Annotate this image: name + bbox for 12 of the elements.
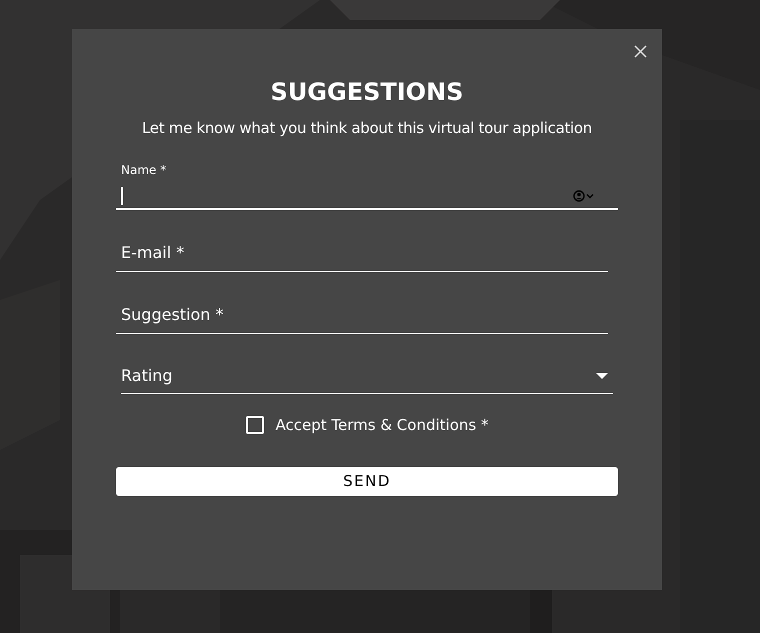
close-icon	[634, 44, 646, 58]
send-button[interactable]: SEND	[116, 466, 618, 496]
text-field[interactable]: E-mail *	[116, 226, 608, 272]
terms-label: Accept Terms & Conditions *	[276, 415, 488, 436]
dialog-subtitle: Let me know what you think about this virtual tour application	[140, 118, 593, 139]
text-field[interactable]: Suggestion *	[116, 288, 608, 334]
checkbox[interactable]	[246, 416, 264, 434]
close-button[interactable]	[632, 43, 648, 59]
rating-select[interactable]: Rating	[121, 350, 613, 394]
text-field[interactable]: Name *	[116, 157, 618, 210]
dialog-title: SUGGESTIONS	[270, 77, 464, 107]
caret-icon	[596, 372, 608, 378]
